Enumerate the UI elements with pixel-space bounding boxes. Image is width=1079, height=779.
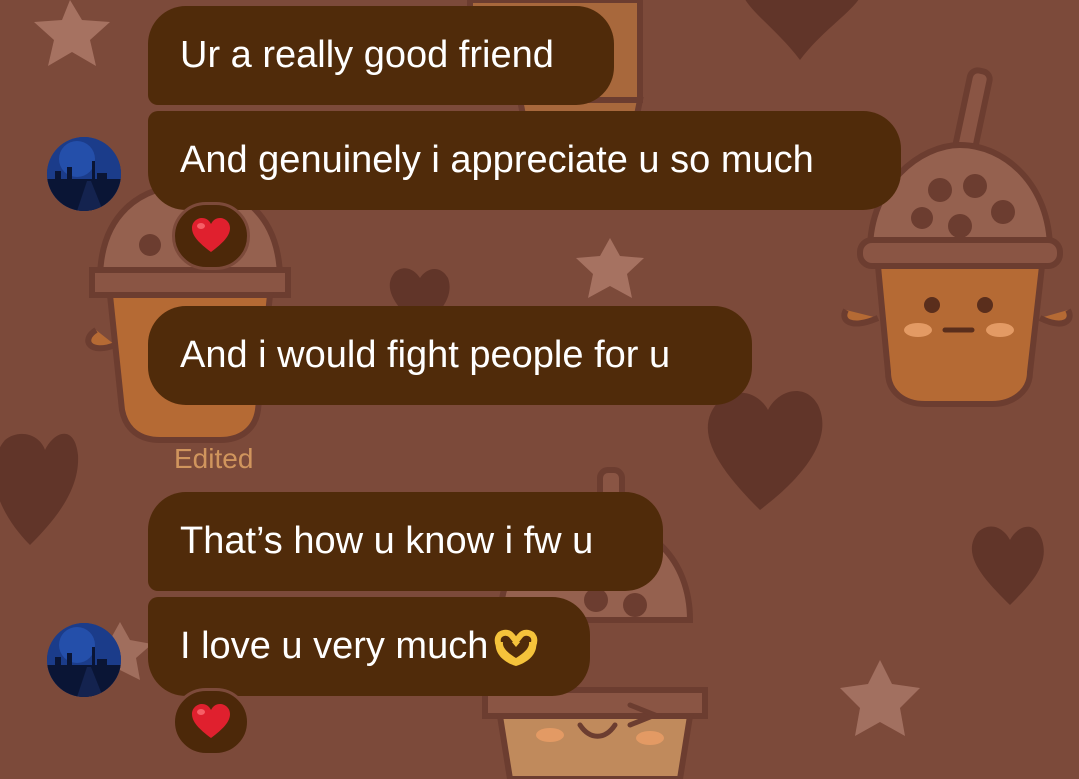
heart-emoji-icon — [192, 218, 230, 252]
message-bubble[interactable]: Ur a really good friend — [148, 6, 614, 105]
avatar-image — [47, 623, 121, 697]
edited-label: Edited — [174, 443, 254, 474]
message-text: I love u very much — [180, 625, 489, 667]
reaction-badge[interactable] — [172, 202, 250, 270]
avatar-image — [47, 137, 121, 211]
reaction-badge[interactable] — [172, 688, 250, 756]
message-bubble[interactable]: I love u very much — [148, 597, 590, 696]
message-text: And i would fight people for u — [180, 334, 671, 376]
message-bubble[interactable]: That’s how u know i fw u — [148, 492, 663, 591]
avatar[interactable] — [47, 623, 121, 697]
message-bubble[interactable]: And genuinely i appreciate u so much — [148, 111, 901, 210]
heart-hands-emoji-icon — [495, 629, 538, 666]
message-text: And genuinely i appreciate u so much — [180, 139, 814, 181]
message-text: That’s how u know i fw u — [180, 520, 594, 562]
avatar[interactable] — [47, 137, 121, 211]
chat-thread: Ur a really good friend And genuinely i … — [0, 0, 1079, 779]
heart-emoji-icon — [192, 704, 230, 738]
message-bubble[interactable]: And i would fight people for u — [148, 306, 752, 405]
message-text: Ur a really good friend — [180, 34, 554, 76]
